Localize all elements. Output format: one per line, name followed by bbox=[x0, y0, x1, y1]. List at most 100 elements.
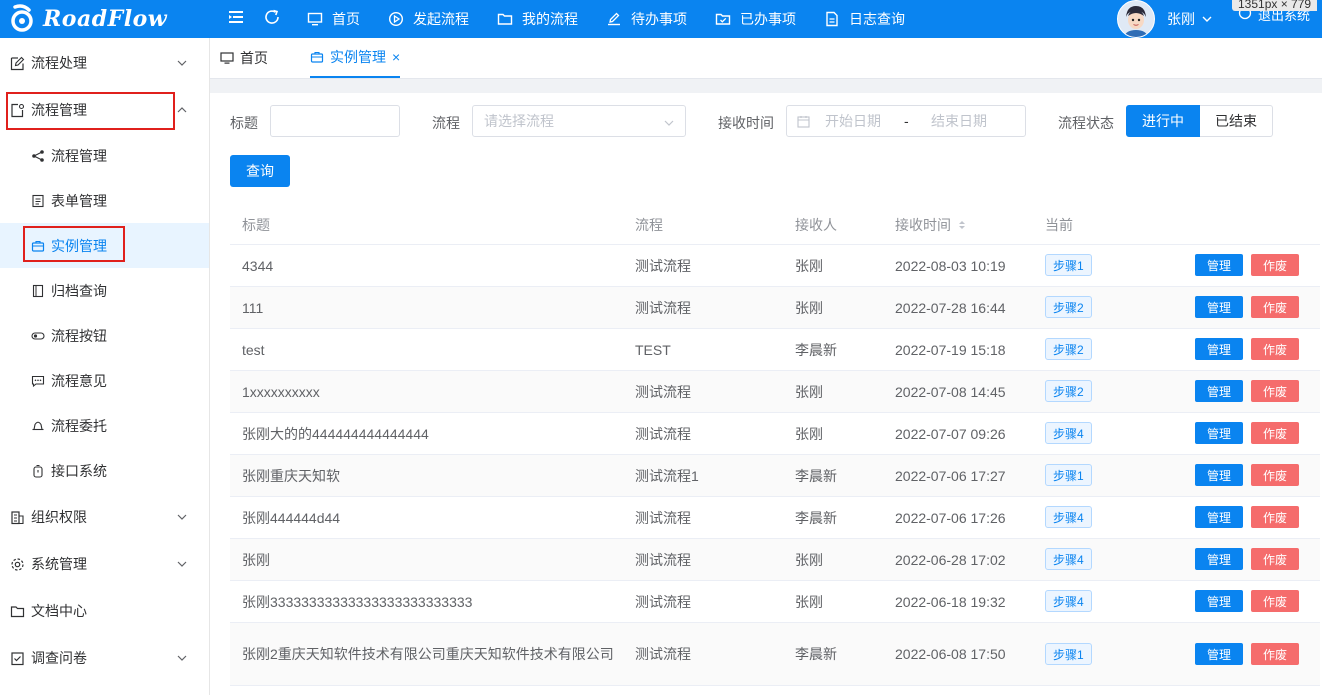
date-range-picker[interactable]: 开始日期 - 结束日期 bbox=[786, 105, 1026, 137]
sidebar-item-flow-buttons[interactable]: 流程按钮 bbox=[0, 313, 209, 358]
chevron-up-icon bbox=[177, 107, 187, 113]
status-finished-button[interactable]: 已结束 bbox=[1200, 105, 1273, 137]
nav-label: 首页 bbox=[332, 11, 360, 27]
void-button[interactable]: 作废 bbox=[1251, 380, 1299, 402]
sidebar-group-flow-process[interactable]: 流程处理 bbox=[0, 40, 209, 86]
share-icon bbox=[32, 149, 44, 162]
title-input[interactable] bbox=[270, 105, 400, 137]
sidebar-item-flow-delegation[interactable]: 流程委托 bbox=[0, 403, 209, 448]
void-button[interactable]: 作废 bbox=[1251, 464, 1299, 486]
manage-button[interactable]: 管理 bbox=[1195, 590, 1243, 612]
cell-title: 张刚444444d44 bbox=[242, 509, 341, 526]
sidebar-group-survey[interactable]: 调查问卷 bbox=[0, 635, 209, 681]
sidebar-group-label: 流程管理 bbox=[31, 102, 87, 118]
nav-label: 发起流程 bbox=[413, 11, 469, 27]
sidebar-item-form-management[interactable]: 表单管理 bbox=[0, 178, 209, 223]
step-tag: 步骤1 bbox=[1045, 254, 1092, 276]
cell-title: 张刚 bbox=[242, 551, 270, 568]
user-name: 张刚 bbox=[1167, 11, 1195, 27]
toggle-icon bbox=[31, 331, 45, 340]
table-row: 1xxxxxxxxxx 测试流程 张刚 2022-07-08 14:45 步骤2… bbox=[230, 371, 1320, 413]
app-logo[interactable]: RoadFlow bbox=[0, 0, 210, 38]
chevron-down-icon bbox=[177, 561, 187, 567]
cell-title: 张刚重庆天知软 bbox=[242, 467, 340, 484]
void-button[interactable]: 作废 bbox=[1251, 643, 1299, 665]
sidebar-item-flow-management[interactable]: 流程管理 bbox=[0, 133, 209, 178]
cell-receive-time: 2022-06-28 17:02 bbox=[895, 551, 1006, 568]
manage-button[interactable]: 管理 bbox=[1195, 380, 1243, 402]
status-in-progress-button[interactable]: 进行中 bbox=[1126, 105, 1200, 137]
sidebar: 流程处理 流程管理 流程管理 表单管理 实例管理 归档查询 流程按钮 流程意见 … bbox=[0, 38, 210, 695]
tab-bar: 首页 实例管理 × bbox=[210, 38, 1322, 79]
tab-instance-management[interactable]: 实例管理 × bbox=[310, 38, 401, 78]
nav-start-flow[interactable]: 发起流程 bbox=[388, 9, 469, 29]
nav-label: 已办事项 bbox=[740, 11, 796, 27]
sidebar-item-instance-management[interactable]: 实例管理 bbox=[0, 223, 209, 268]
logo-text: RoadFlow bbox=[43, 6, 168, 32]
sidebar-group-label: 文档中心 bbox=[31, 603, 87, 619]
start-date-input[interactable]: 开始日期 bbox=[825, 111, 881, 131]
void-button[interactable]: 作废 bbox=[1251, 254, 1299, 276]
refresh-icon[interactable] bbox=[263, 8, 281, 26]
table-row: 111 测试流程 张刚 2022-07-28 16:44 步骤2 管理 作废 bbox=[230, 287, 1320, 329]
void-button[interactable]: 作废 bbox=[1251, 548, 1299, 570]
sidebar-item-archive-query[interactable]: 归档查询 bbox=[0, 268, 209, 313]
manage-button[interactable]: 管理 bbox=[1195, 464, 1243, 486]
flow-select[interactable]: 请选择流程 bbox=[472, 105, 686, 137]
menu-fold-icon[interactable] bbox=[227, 8, 245, 26]
nav-my-flows[interactable]: 我的流程 bbox=[497, 9, 578, 29]
monitor-icon bbox=[307, 12, 323, 26]
sidebar-item-flow-opinions[interactable]: 流程意见 bbox=[0, 358, 209, 403]
search-button[interactable]: 查询 bbox=[230, 155, 290, 187]
user-menu[interactable]: 张刚 bbox=[1117, 0, 1213, 38]
manage-button[interactable]: 管理 bbox=[1195, 338, 1243, 360]
sort-icon[interactable] bbox=[957, 219, 967, 231]
manage-button[interactable]: 管理 bbox=[1195, 422, 1243, 444]
manage-button[interactable]: 管理 bbox=[1195, 548, 1243, 570]
top-bar: RoadFlow 首页 发起流程 我的流程 待办事项 已办事项 日志查询 张刚 … bbox=[0, 0, 1322, 38]
sidebar-group-document-center[interactable]: 文档中心 bbox=[0, 588, 209, 634]
form-icon bbox=[32, 194, 44, 207]
sidebar-group-label: 组织权限 bbox=[31, 509, 87, 525]
table-row: 张刚 测试流程 张刚 2022-06-28 17:02 步骤4 管理 作废 bbox=[230, 539, 1320, 581]
sidebar-item-interface-system[interactable]: 接口系统 bbox=[0, 448, 209, 493]
manage-button[interactable]: 管理 bbox=[1195, 643, 1243, 665]
cell-title: 张刚33333333333333333333333333 bbox=[242, 593, 473, 610]
tab-label: 首页 bbox=[240, 50, 268, 66]
void-button[interactable]: 作废 bbox=[1251, 338, 1299, 360]
column-header-receiver: 接收人 bbox=[795, 217, 837, 233]
comment-icon bbox=[31, 375, 45, 387]
cell-flow: 测试流程 bbox=[635, 257, 691, 274]
avatar[interactable] bbox=[1117, 0, 1155, 38]
void-button[interactable]: 作废 bbox=[1251, 506, 1299, 528]
void-button[interactable]: 作废 bbox=[1251, 296, 1299, 318]
sidebar-group-system-management[interactable]: 系统管理 bbox=[0, 541, 209, 587]
tab-home[interactable]: 首页 bbox=[220, 38, 268, 78]
flow-select-placeholder: 请选择流程 bbox=[484, 113, 554, 129]
cell-title: 111 bbox=[242, 299, 264, 316]
step-tag: 步骤4 bbox=[1045, 422, 1092, 444]
nav-todo[interactable]: 待办事项 bbox=[606, 9, 687, 29]
nav-home[interactable]: 首页 bbox=[307, 9, 360, 29]
void-button[interactable]: 作废 bbox=[1251, 590, 1299, 612]
manage-button[interactable]: 管理 bbox=[1195, 254, 1243, 276]
void-button[interactable]: 作废 bbox=[1251, 422, 1299, 444]
nav-log[interactable]: 日志查询 bbox=[824, 9, 905, 29]
avatar-icon bbox=[1118, 1, 1154, 37]
nav-done[interactable]: 已办事项 bbox=[715, 9, 796, 29]
date-separator: - bbox=[904, 113, 909, 129]
cell-receiver: 张刚 bbox=[795, 383, 823, 400]
close-icon[interactable]: × bbox=[392, 49, 400, 65]
nav-label: 我的流程 bbox=[522, 11, 578, 27]
cell-receiver: 李晨新 bbox=[795, 467, 837, 484]
chevron-down-icon bbox=[177, 60, 187, 66]
cell-receive-time: 2022-08-03 10:19 bbox=[895, 257, 1006, 274]
flow-status-label: 流程状态 bbox=[1058, 115, 1114, 131]
manage-button[interactable]: 管理 bbox=[1195, 296, 1243, 318]
sidebar-group-flow-management[interactable]: 流程管理 bbox=[0, 87, 209, 133]
cell-receive-time: 2022-07-06 17:26 bbox=[895, 509, 1006, 526]
manage-button[interactable]: 管理 bbox=[1195, 506, 1243, 528]
sidebar-group-org-permissions[interactable]: 组织权限 bbox=[0, 494, 209, 540]
end-date-input[interactable]: 结束日期 bbox=[931, 111, 987, 131]
column-header-receive-time[interactable]: 接收时间 bbox=[895, 206, 967, 244]
